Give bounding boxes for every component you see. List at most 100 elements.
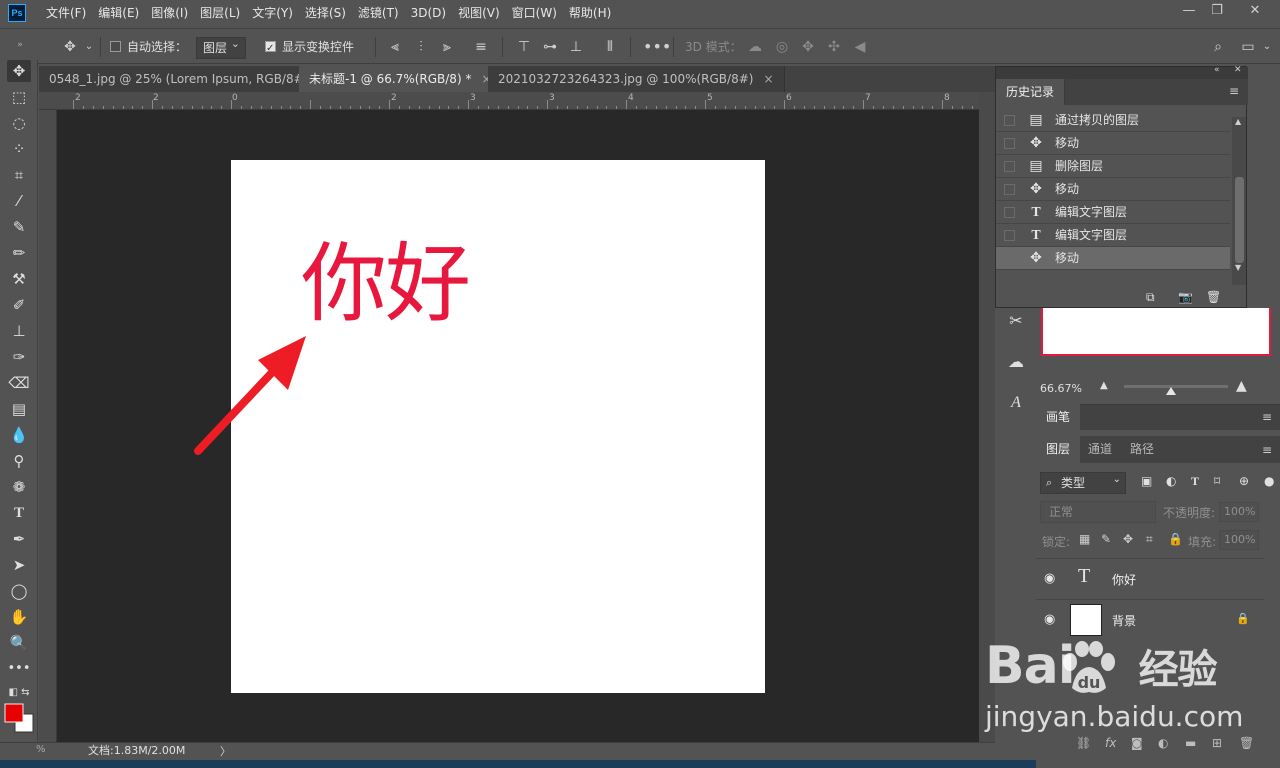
chevron-down-icon[interactable]: ⌄ (1260, 29, 1274, 65)
align-vcenter-icon[interactable]: ⊶ (541, 29, 559, 65)
zoom-in-icon[interactable]: ▲ (1236, 378, 1247, 394)
status-menu-arrow[interactable]: 〉 (220, 743, 231, 759)
history-item[interactable]: ✥ 移动 (996, 132, 1230, 155)
menu-file[interactable]: 文件(F) (40, 0, 92, 26)
fill-input[interactable]: 100% (1219, 530, 1259, 550)
clone-stamp-tool-icon[interactable]: ⚒ (7, 268, 31, 290)
tab-paths[interactable]: 路径 (1120, 436, 1164, 463)
align-hcenter-icon[interactable]: ⫶ (412, 29, 430, 65)
filter-smart-object-icon[interactable]: ⊕ (1239, 474, 1249, 488)
collapse-panel-icon[interactable]: « (1214, 65, 1220, 75)
workspace-icon[interactable]: ▭ (1238, 29, 1258, 65)
align-right-icon[interactable]: ⫸ (438, 29, 456, 65)
filter-shape-icon[interactable]: ⌑ (1214, 474, 1220, 488)
menu-help[interactable]: 帮助(H) (563, 0, 617, 26)
minimize-icon[interactable]: — (1174, 0, 1204, 22)
delete-state-icon[interactable]: 🗑 (1206, 290, 1221, 304)
lock-transparent-icon[interactable]: ▦ (1079, 532, 1090, 546)
filter-toggle-icon[interactable]: ● (1264, 474, 1274, 488)
move-tool-options-icon[interactable]: ✥ (58, 29, 82, 65)
auto-select-checkbox[interactable]: 自动选择： (110, 29, 187, 65)
hand-tool-icon[interactable]: ✋ (7, 606, 31, 628)
history-item[interactable]: T 编辑文字图层 (996, 224, 1230, 247)
canvas-text-layer[interactable]: 你好 (301, 234, 471, 334)
zoom-out-icon[interactable]: ▲ (1100, 380, 1108, 391)
navigator-slider-knob[interactable] (1166, 387, 1176, 395)
new-layer-icon[interactable]: ⊞ (1212, 736, 1222, 750)
panel-menu-icon[interactable]: ≡ (1262, 443, 1272, 457)
distribute-horizontal-icon[interactable]: ⦀ (601, 29, 619, 65)
menu-filter[interactable]: 滤镜(T) (352, 0, 405, 26)
search-icon[interactable]: ⌕ (1208, 29, 1228, 65)
chevron-down-icon[interactable]: ⌄ (82, 29, 96, 65)
history-brush-tool-icon[interactable]: ✐ (7, 294, 31, 316)
history-item[interactable]: ▤ 删除图层 (996, 155, 1230, 178)
history-snapshot-checkbox[interactable] (1004, 115, 1015, 126)
pen-tool-icon[interactable]: ✒ (7, 528, 31, 550)
path-select-tool-icon[interactable]: ➤ (7, 554, 31, 576)
menu-type[interactable]: 文字(Y) (246, 0, 299, 26)
navigator-preview[interactable] (1041, 308, 1271, 356)
character-panel-icon[interactable]: A (1003, 390, 1029, 416)
history-snapshot-checkbox[interactable] (1004, 138, 1015, 149)
align-top-icon[interactable]: ⊤ (515, 29, 533, 65)
filter-adjustment-icon[interactable]: ◐ (1166, 474, 1176, 488)
filter-pixel-icon[interactable]: ▣ (1141, 474, 1152, 488)
layer-name[interactable]: 背景 (1112, 612, 1136, 629)
lock-artboard-icon[interactable]: ⌗ (1146, 532, 1153, 547)
panel-menu-icon[interactable]: ≡ (1229, 84, 1239, 98)
scroll-down-icon[interactable]: ▼ (1235, 263, 1241, 272)
restore-icon[interactable]: ❐ (1202, 0, 1232, 22)
history-item[interactable]: ▤ 通过拷贝的图层 (996, 109, 1230, 132)
layer-name[interactable]: 你好 (1112, 571, 1136, 588)
tab-doc-3[interactable]: 2021032723264323.jpg @ 100%(RGB/8#) × (488, 66, 785, 92)
blur-tool-icon[interactable]: 💧 (7, 424, 31, 446)
link-layers-icon[interactable]: ⛓ (1076, 736, 1091, 750)
history-snapshot-checkbox[interactable] (1004, 253, 1015, 264)
tab-doc-2[interactable]: 未标题-1 @ 66.7%(RGB/8) * × (299, 66, 503, 92)
tools-preset-icon[interactable]: ✂ (1003, 308, 1029, 334)
filter-type-icon[interactable]: T (1191, 474, 1199, 489)
add-mask-icon[interactable]: ◙ (1131, 736, 1143, 750)
sponge-tool-icon[interactable]: ❁ (7, 476, 31, 498)
panel-menu-icon[interactable]: ≡ (1262, 410, 1272, 424)
art-history-tool-icon[interactable]: ✑ (7, 346, 31, 368)
show-transform-box[interactable] (265, 31, 276, 67)
zoom-tool-icon[interactable]: 🔍 (7, 632, 31, 654)
close-window-icon[interactable]: ✕ (1240, 0, 1270, 22)
tab-layers[interactable]: 图层 (1036, 436, 1081, 463)
menu-layer[interactable]: 图层(L) (194, 0, 246, 26)
layer-row-text[interactable]: ◉ T 你好 (1036, 558, 1264, 598)
type-tool-icon[interactable]: T (7, 502, 31, 524)
tab-brush[interactable]: 画笔 (1036, 404, 1081, 430)
menu-select[interactable]: 选择(S) (299, 0, 352, 26)
move-tool-icon[interactable]: ✥ (7, 60, 31, 82)
ellipse-tool-icon[interactable]: ◯ (7, 580, 31, 602)
marquee-tool-icon[interactable]: ⬚ (7, 86, 31, 108)
more-tools-icon[interactable]: ••• (7, 658, 31, 680)
scroll-up-icon[interactable]: ▲ (1235, 117, 1241, 126)
layer-filter-dropdown[interactable]: ⌕ 类型 ⌄ (1040, 472, 1126, 494)
collapse-icon[interactable]: » (8, 34, 32, 56)
more-options-icon[interactable]: ••• (643, 29, 671, 65)
history-item[interactable]: ✥ 移动 (996, 178, 1230, 201)
distribute-vertical-icon[interactable]: ≡ (472, 29, 490, 65)
navigator-zoom-value[interactable]: 66.67% (1040, 382, 1082, 395)
new-group-icon[interactable]: ▬ (1185, 736, 1196, 750)
menu-view[interactable]: 视图(V) (452, 0, 506, 26)
close-panel-icon[interactable]: ✕ (1234, 65, 1242, 75)
history-item[interactable]: T 编辑文字图层 (996, 201, 1230, 224)
fx-icon[interactable]: fx (1105, 736, 1116, 750)
opacity-input[interactable]: 100% (1219, 502, 1259, 522)
lock-all-icon[interactable]: 🔒 (1168, 532, 1183, 546)
crop-tool-icon[interactable]: ⌗ (7, 164, 31, 186)
default-colors-icon[interactable]: ◧ ⇆ (7, 682, 31, 704)
menu-window[interactable]: 窗口(W) (506, 0, 563, 26)
eyedropper-tool-icon[interactable]: ⁄ (7, 190, 31, 212)
auto-select-dropdown[interactable]: 图层 (196, 34, 247, 59)
history-snapshot-checkbox[interactable] (1004, 207, 1015, 218)
show-transform-checkbox[interactable]: 显示变换控件 (265, 29, 354, 67)
dodge-tool-icon[interactable]: ⚲ (7, 450, 31, 472)
new-document-from-state-icon[interactable]: ⧉ (1146, 290, 1155, 305)
gradient-tool-icon[interactable]: ▤ (7, 398, 31, 420)
